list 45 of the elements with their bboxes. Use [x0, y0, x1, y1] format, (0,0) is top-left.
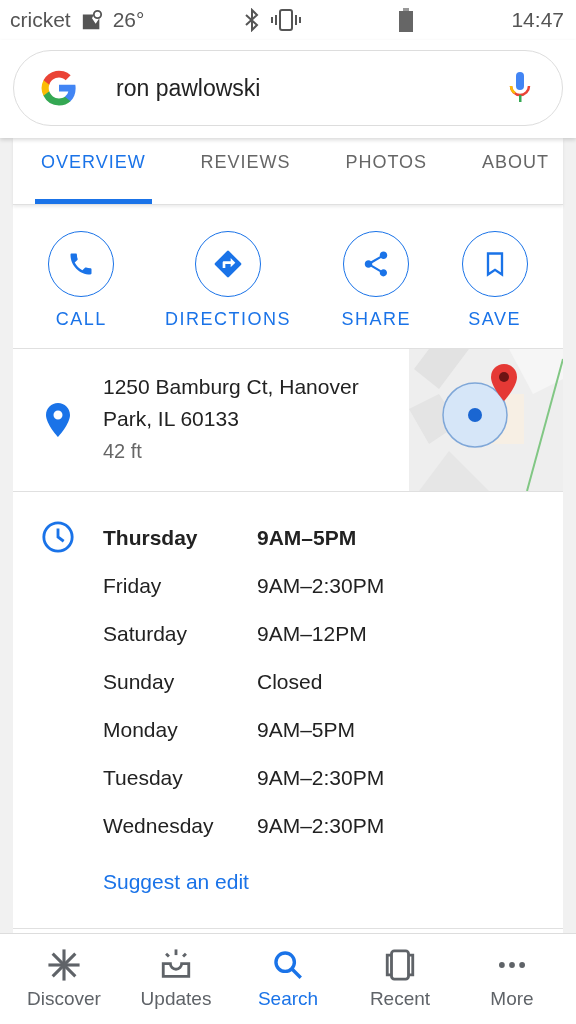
battery-icon — [399, 8, 414, 32]
nav-item[interactable]: Search — [238, 948, 338, 1010]
address-line: Park, IL 60133 — [103, 406, 240, 432]
day-name: Wednesday — [103, 814, 215, 838]
day-name: Friday — [103, 574, 163, 598]
action-label[interactable]: DIRECTIONS — [164, 309, 291, 330]
day-name: Sunday — [103, 670, 176, 694]
day-name: Monday — [103, 718, 179, 742]
tab[interactable]: REVIEWS — [194, 138, 297, 204]
action-label[interactable]: SHARE — [341, 309, 412, 330]
map-notification-icon — [80, 9, 103, 31]
suggest-edit-link[interactable]: Suggest an edit — [103, 870, 249, 894]
opening-hours: Closed — [257, 670, 323, 694]
vibrate-icon — [270, 8, 301, 32]
nav-item[interactable]: More — [462, 948, 562, 1010]
tab[interactable]: ABOUT — [476, 138, 555, 204]
location-pin-icon — [46, 403, 70, 437]
nav-item[interactable]: Discover — [14, 948, 114, 1010]
tab[interactable]: OVERVIEW — [35, 138, 152, 204]
cards-icon — [383, 948, 417, 982]
address-line: 1250 Bamburg Ct, Hanover — [103, 374, 360, 400]
temperature: 26° — [112, 8, 145, 32]
carrier-name: cricket — [10, 8, 71, 32]
opening-hours: 9AM–2:30PM — [257, 574, 385, 598]
day-name: Thursday — [103, 526, 199, 550]
clock-icon — [41, 520, 75, 554]
clock-time: 14:47 — [511, 8, 564, 32]
opening-hours: 9AM–2:30PM — [257, 766, 385, 790]
day-name: Saturday — [103, 622, 189, 646]
asterisk-icon — [47, 948, 81, 982]
action-label[interactable]: CALL — [55, 309, 107, 330]
opening-hours: 9AM–2:30PM — [257, 814, 385, 838]
opening-hours: 9AM–5PM — [257, 718, 356, 742]
nav-item[interactable]: Recent — [350, 948, 450, 1010]
day-name: Tuesday — [103, 766, 184, 790]
action-label[interactable]: SAVE — [468, 309, 521, 330]
tab[interactable]: PHOTOS — [339, 138, 434, 204]
nav-item[interactable]: Updates — [126, 948, 226, 1010]
opening-hours: 9AM–5PM — [257, 526, 357, 550]
more-icon — [499, 962, 525, 968]
search-icon — [271, 948, 305, 982]
distance: 42 ft — [103, 439, 143, 464]
opening-hours: 9AM–12PM — [257, 622, 367, 646]
microphone-icon[interactable] — [508, 71, 532, 105]
logo-icon — [40, 69, 78, 107]
